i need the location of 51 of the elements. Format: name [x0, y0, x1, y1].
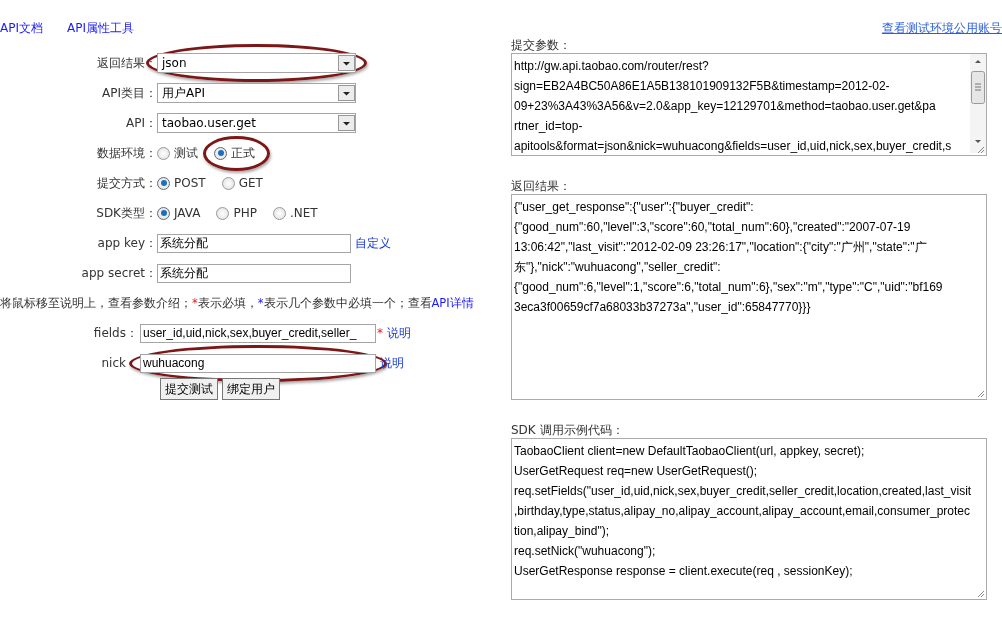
nav-link[interactable]: API文档 [0, 20, 43, 48]
text-area[interactable]: {"user_get_response":{"user":{"buyer_credit": {"good_num":60,"level":3,"score":60,"total_num":60},"created":"2007-07-19 13:06:42","last_visit":"2012-02-09 23:26:17","location":{"city":"广州","state":"广 东"},"nick":"wuhuacong","seller_credit": {"good_num":6,"level":1,"score":6,"total_num":6},"sex":"m","type":"C","uid":"bf169 3eca3f00659cf7a68033b37273a","user_id":65847770}}} [511, 194, 987, 400]
radio-label: 测试 [174, 144, 198, 162]
scrollbar[interactable] [970, 54, 986, 153]
text-area[interactable]: http://gw.api.taobao.com/router/rest? sign=EB2A4BC50A86E1A5B138101909132F5B&timestamp=2012-02- 09+23%3A43%3A56&v=2.0&app_key=12129701&method=taobao.user.get&pa rtner_id=top- apitools&format=json&nick=wuhuacong&fields=user_id,uid,nick,sex,buyer_credit,s [511, 53, 987, 156]
radio-label: PHP [233, 206, 257, 220]
resize-grip-icon [977, 146, 985, 154]
input-field[interactable]: 系统分配 [157, 233, 351, 253]
resize-grip-icon [977, 390, 985, 398]
radio-button[interactable] [221, 176, 235, 190]
input-field[interactable]: user_id,uid,nick,sex,buyer_credit,seller_ [140, 323, 376, 343]
radio-label: 正式 [231, 144, 255, 162]
radio-button[interactable] [157, 206, 170, 220]
api-details-link[interactable]: API详情 [431, 295, 474, 311]
dropdown[interactable]: 用户API [157, 83, 356, 103]
panel-label: 返回结果： [511, 178, 572, 194]
radio-button[interactable] [272, 206, 286, 220]
field-label: fields： [92, 324, 138, 342]
radio-label: GET [238, 176, 263, 190]
field-label: nick： [100, 354, 138, 372]
radio-label: POST [174, 176, 206, 190]
hint-text: 将鼠标移至说明上，查看参数介绍；*表示必填，*表示几个参数中必填一个；查看API详情 [0, 294, 475, 313]
radio-button[interactable] [157, 146, 170, 160]
help-link[interactable]: 说明 [387, 324, 411, 342]
field-label: SDK类型： [95, 204, 157, 222]
panel-label: SDK 调用示例代码： [511, 422, 625, 438]
required-mark: * [377, 326, 383, 340]
field-label: API： [125, 114, 157, 132]
radio-label: JAVA [174, 206, 201, 220]
field-label: API类目： [101, 84, 157, 102]
account-link[interactable]: 查看测试环境公用账号 [882, 21, 1002, 35]
form-button[interactable]: 绑定用户 [222, 378, 280, 400]
nav-link[interactable]: API属性工具 [67, 20, 134, 48]
field-label: 返回结果： [96, 54, 157, 72]
resize-grip-icon [977, 590, 985, 598]
radio-label: .NET [289, 206, 318, 220]
input-field[interactable]: wuhuacong [140, 353, 376, 373]
radio-button[interactable] [216, 206, 230, 220]
field-label: app secret： [80, 264, 157, 282]
radio-button[interactable] [214, 146, 227, 160]
input-field[interactable]: 系统分配 [157, 263, 351, 283]
form-button[interactable]: 提交测试 [160, 378, 218, 400]
dropdown[interactable]: json [157, 53, 356, 73]
customize-link[interactable]: 自定义 [355, 234, 391, 252]
field-label: app key： [96, 234, 157, 252]
text-area[interactable]: TaobaoClient client=new DefaultTaobaoClient(url, appkey, secret); UserGetRequest req=new UserGetRequest(); req.setFields("user_id,uid,nick,sex,buyer_credit,seller_credit,location,created,last_visit ,birthday,type,status,alipay_no,alipay_account,alipay_account,email,consumer_protec tion,alipay_bind"); req.setNick("wuhuacong"); UserGetResponse response = client.execute(req , sessionKey); [511, 438, 987, 600]
field-label: 数据环境： [96, 144, 157, 162]
panel-label: 提交参数： [511, 37, 572, 53]
dropdown[interactable]: taobao.user.get [157, 113, 356, 133]
field-label: 提交方式： [96, 174, 157, 192]
radio-button[interactable] [157, 176, 170, 190]
